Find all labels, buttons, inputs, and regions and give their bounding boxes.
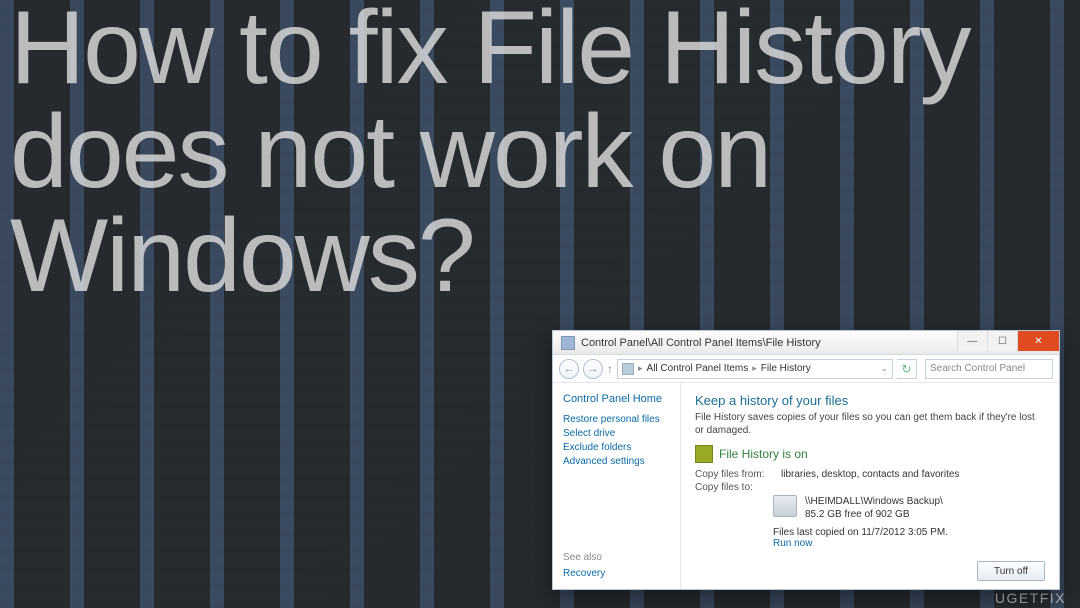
sidebar-advanced-settings-link[interactable]: Advanced settings	[563, 456, 670, 467]
status-text: File History is on	[719, 447, 808, 461]
drive-info: \\HEIMDALL\Windows Backup\ 85.2 GB free …	[805, 495, 943, 521]
drive-row: \\HEIMDALL\Windows Backup\ 85.2 GB free …	[695, 495, 1045, 521]
file-history-window: Control Panel\All Control Panel Items\Fi…	[552, 330, 1060, 590]
breadcrumb-sep: ▸	[638, 363, 643, 374]
status-row: File History is on	[695, 445, 1045, 463]
window-controls: — ☐ ✕	[957, 331, 1059, 351]
content-description: File History saves copies of your files …	[695, 411, 1045, 437]
run-now-link[interactable]: Run now	[773, 538, 1045, 549]
drive-free: 85.2 GB free of 902 GB	[805, 508, 943, 521]
sidebar-select-drive-link[interactable]: Select drive	[563, 428, 670, 439]
breadcrumb-level1[interactable]: All Control Panel Items	[647, 363, 749, 374]
window-body: Control Panel Home Restore personal file…	[553, 383, 1059, 589]
search-placeholder: Search Control Panel	[930, 363, 1025, 374]
drive-path: \\HEIMDALL\Windows Backup\	[805, 495, 943, 508]
sidebar-restore-link[interactable]: Restore personal files	[563, 414, 670, 425]
maximize-button[interactable]: ☐	[987, 331, 1017, 351]
breadcrumb-level2[interactable]: File History	[761, 363, 811, 374]
watermark-text: UGETFIX	[995, 590, 1066, 606]
sidebar: Control Panel Home Restore personal file…	[553, 383, 681, 589]
search-input[interactable]: Search Control Panel	[925, 359, 1053, 379]
minimize-button[interactable]: —	[957, 331, 987, 351]
turn-off-button[interactable]: Turn off	[977, 561, 1045, 581]
refresh-button[interactable]: ↻	[897, 359, 917, 379]
up-button[interactable]: ↑	[607, 362, 613, 376]
drive-icon	[773, 495, 797, 517]
copy-from-row: Copy files from: libraries, desktop, con…	[695, 469, 1045, 480]
headline-text: How to fix File History does not work on…	[10, 0, 1010, 308]
copy-from-value: libraries, desktop, contacts and favorit…	[781, 469, 959, 480]
back-button[interactable]: ←	[559, 359, 579, 379]
content-heading: Keep a history of your files	[695, 393, 1045, 408]
control-panel-icon	[622, 363, 634, 375]
control-panel-home-link[interactable]: Control Panel Home	[563, 393, 670, 405]
sidebar-exclude-folders-link[interactable]: Exclude folders	[563, 442, 670, 453]
address-bar[interactable]: ▸ All Control Panel Items ▸ File History…	[617, 359, 893, 379]
window-title: Control Panel\All Control Panel Items\Fi…	[581, 337, 821, 349]
copy-to-label: Copy files to:	[695, 482, 773, 493]
content-pane: Keep a history of your files File Histor…	[681, 383, 1059, 589]
window-titlebar[interactable]: Control Panel\All Control Panel Items\Fi…	[553, 331, 1059, 355]
last-copied-text: Files last copied on 11/7/2012 3:05 PM.	[773, 527, 1045, 538]
status-on-icon	[695, 445, 713, 463]
nav-toolbar: ← → ↑ ▸ All Control Panel Items ▸ File H…	[553, 355, 1059, 383]
see-also-label: See also	[563, 552, 670, 563]
close-button[interactable]: ✕	[1017, 331, 1059, 351]
forward-button[interactable]: →	[583, 359, 603, 379]
file-history-icon	[561, 336, 575, 350]
sidebar-recovery-link[interactable]: Recovery	[563, 568, 670, 579]
chevron-down-icon[interactable]: ⌄	[880, 363, 888, 374]
copy-to-row: Copy files to:	[695, 482, 1045, 493]
breadcrumb-sep: ▸	[752, 363, 757, 374]
copy-from-label: Copy files from:	[695, 469, 773, 480]
